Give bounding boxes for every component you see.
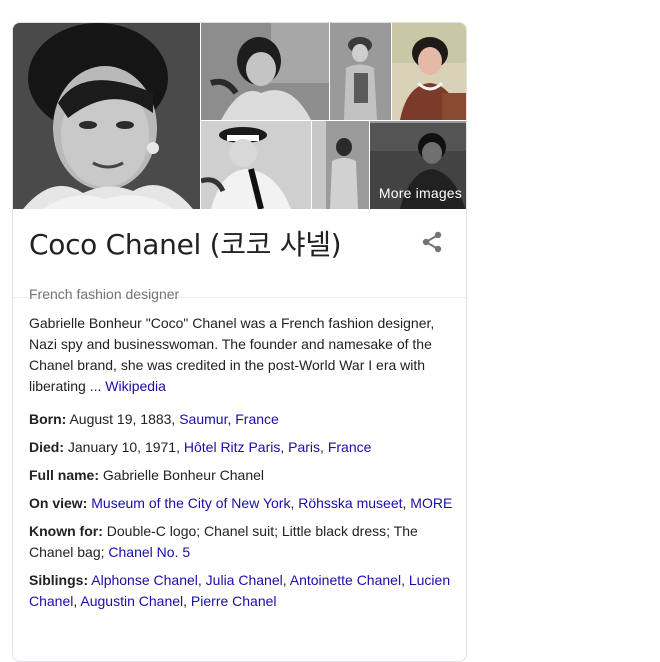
separator: ,	[320, 439, 328, 455]
fact-on-view-link-museum[interactable]: Museum of the City of New York	[91, 495, 290, 511]
fact-born-value: August 19, 1883,	[69, 411, 176, 427]
image-gallery: More images	[13, 23, 466, 209]
sibling-link[interactable]: Julia Chanel	[206, 572, 283, 588]
fact-born-label: Born:	[29, 411, 67, 427]
gallery-image-7[interactable]: More images	[370, 121, 466, 209]
facts-list: Born: August 19, 1883, Saumur, France Di…	[29, 409, 457, 619]
knowledge-panel: More images Coco Chanel (코코 샤넬) French f…	[12, 22, 467, 662]
sibling-link[interactable]: Antoinette Chanel	[290, 572, 401, 588]
gallery-image-5[interactable]	[201, 121, 311, 209]
sibling-link[interactable]: Augustin Chanel	[80, 593, 183, 609]
more-images-link[interactable]: More images	[370, 185, 462, 201]
separator: ,	[183, 593, 191, 609]
fact-died-link-hotel[interactable]: Hôtel Ritz Paris	[184, 439, 280, 455]
fact-on-view-link-more[interactable]: MORE	[410, 495, 452, 511]
share-icon[interactable]	[419, 229, 445, 255]
fact-died: Died: January 10, 1971, Hôtel Ritz Paris…	[29, 437, 457, 458]
fact-known-for-link[interactable]: Chanel No. 5	[108, 544, 190, 560]
more-images-overlay[interactable]: More images	[370, 123, 466, 209]
wikipedia-link[interactable]: Wikipedia	[105, 378, 166, 394]
fact-on-view-link-rohsska[interactable]: Röhsska museet	[298, 495, 402, 511]
separator: ,	[282, 572, 290, 588]
entity-subtitle: French fashion designer	[29, 286, 180, 302]
fact-born-place-link[interactable]: Saumur, France	[179, 411, 279, 427]
gallery-image-2[interactable]	[201, 23, 329, 120]
fact-siblings-label: Siblings:	[29, 572, 89, 588]
fact-died-value: January 10, 1971,	[67, 439, 180, 455]
gallery-image-6[interactable]	[312, 121, 369, 209]
fact-full-name-value: Gabrielle Bonheur Chanel	[102, 467, 265, 483]
main-portrait-image[interactable]	[13, 23, 200, 209]
description-text: Gabrielle Bonheur "Coco" Chanel was a Fr…	[29, 315, 435, 394]
separator: ,	[197, 572, 206, 588]
fact-siblings: Siblings: Alphonse Chanel, Julia Chanel,…	[29, 570, 457, 612]
entity-description: Gabrielle Bonheur "Coco" Chanel was a Fr…	[29, 313, 449, 397]
fact-full-name-label: Full name:	[29, 467, 100, 483]
fact-died-link-france[interactable]: France	[328, 439, 372, 455]
fact-on-view-label: On view:	[29, 495, 88, 511]
fact-known-for-label: Known for:	[29, 523, 103, 539]
fact-born: Born: August 19, 1883, Saumur, France	[29, 409, 457, 430]
separator: ,	[280, 439, 289, 455]
fact-died-link-paris[interactable]: Paris	[288, 439, 320, 455]
fact-full-name: Full name: Gabrielle Bonheur Chanel	[29, 465, 457, 486]
separator: ,	[401, 572, 409, 588]
sibling-link[interactable]: Alphonse Chanel	[91, 572, 198, 588]
entity-title: Coco Chanel (코코 샤넬)	[29, 228, 342, 261]
sibling-link[interactable]: Pierre Chanel	[191, 593, 277, 609]
gallery-image-3[interactable]	[330, 23, 391, 120]
fact-died-label: Died:	[29, 439, 64, 455]
gallery-image-4[interactable]	[392, 23, 466, 120]
fact-known-for: Known for: Double-C logo; Chanel suit; L…	[29, 521, 457, 563]
title-section: Coco Chanel (코코 샤넬) French fashion desig…	[13, 209, 466, 302]
fact-on-view: On view: Museum of the City of New York,…	[29, 493, 457, 514]
